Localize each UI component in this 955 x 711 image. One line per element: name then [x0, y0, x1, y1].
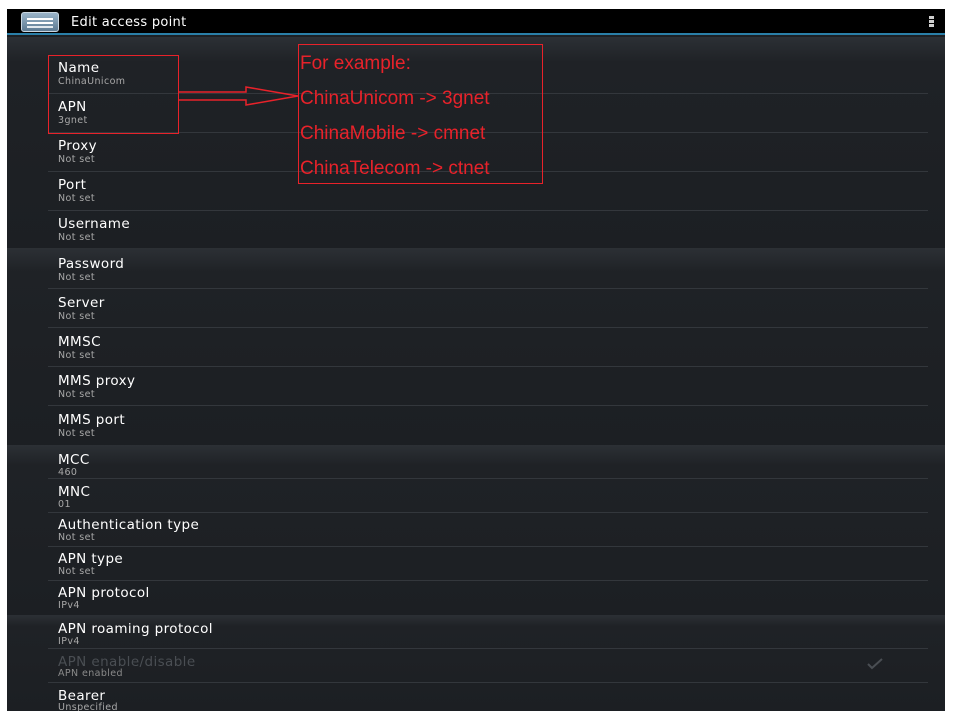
pref-summary: 01 — [58, 499, 71, 510]
action-bar: Edit access point — [7, 9, 945, 35]
pref-summary: APN enabled — [58, 668, 123, 679]
pref-summary: Not set — [58, 232, 95, 243]
pref-title: APN protocol — [58, 585, 150, 601]
pref-title: Server — [58, 295, 105, 311]
pref-mmsc[interactable]: MMSC Not set — [48, 328, 928, 367]
pref-mms-proxy[interactable]: MMS proxy Not set — [48, 367, 928, 406]
pref-apn-protocol[interactable]: APN protocol IPv4 — [48, 581, 928, 615]
pref-title: MCC — [58, 452, 90, 468]
pref-title: APN type — [58, 551, 124, 567]
pref-server[interactable]: Server Not set — [48, 289, 928, 328]
annotation-highlight-box — [48, 55, 179, 134]
annotation-line-4: ChinaTelecom -> ctnet — [300, 158, 490, 179]
pref-apn-type[interactable]: APN type Not set — [48, 547, 928, 581]
pref-title: MNC — [58, 484, 91, 500]
pref-summary: Not set — [58, 428, 95, 439]
pref-summary: Not set — [58, 350, 95, 361]
pref-summary: IPv4 — [58, 636, 80, 647]
pref-password[interactable]: Password Not set — [48, 250, 928, 289]
pref-title: Password — [58, 256, 125, 272]
pref-title: Proxy — [58, 138, 97, 154]
pref-title: Username — [58, 216, 131, 232]
pref-mms-port[interactable]: MMS port Not set — [48, 406, 928, 445]
pref-bearer[interactable]: Bearer Unspecified — [48, 683, 928, 711]
apn-enabled-checkbox[interactable] — [867, 657, 883, 671]
pref-summary: IPv4 — [58, 600, 80, 611]
annotation-line-1: For example: — [300, 53, 411, 74]
pref-summary: Not set — [58, 272, 95, 283]
pref-summary: Not set — [58, 532, 95, 543]
pref-title: Port — [58, 177, 87, 193]
pref-mcc[interactable]: MCC 460 — [48, 445, 928, 479]
pref-summary: Not set — [58, 566, 95, 577]
pref-username[interactable]: Username Not set — [48, 211, 928, 248]
annotation-arrow-icon — [179, 86, 299, 106]
pref-apn-enable-disable[interactable]: APN enable/disable APN enabled — [48, 649, 928, 683]
pref-title: APN roaming protocol — [58, 621, 213, 637]
pref-summary: Not set — [58, 154, 95, 165]
pref-summary: Unspecified — [58, 702, 118, 711]
pref-title: MMS proxy — [58, 373, 136, 389]
page-title: Edit access point — [71, 15, 187, 30]
pref-summary: Not set — [58, 311, 95, 322]
annotation-line-3: ChinaMobile -> cmnet — [300, 123, 486, 144]
pref-summary: Not set — [58, 389, 95, 400]
pref-apn-roaming-protocol[interactable]: APN roaming protocol IPv4 — [48, 615, 928, 649]
checkmark-icon — [867, 658, 883, 670]
settings-app-icon[interactable] — [21, 12, 59, 32]
pref-mnc[interactable]: MNC 01 — [48, 479, 928, 513]
pref-title: MMS port — [58, 412, 126, 428]
overflow-menu-icon[interactable] — [929, 16, 935, 28]
pref-title: MMSC — [58, 334, 101, 350]
pref-summary: 460 — [58, 467, 78, 478]
pref-title: Authentication type — [58, 517, 200, 533]
pref-authentication-type[interactable]: Authentication type Not set — [48, 513, 928, 547]
annotation-line-2: ChinaUnicom -> 3gnet — [300, 88, 490, 109]
pref-summary: Not set — [58, 193, 95, 204]
